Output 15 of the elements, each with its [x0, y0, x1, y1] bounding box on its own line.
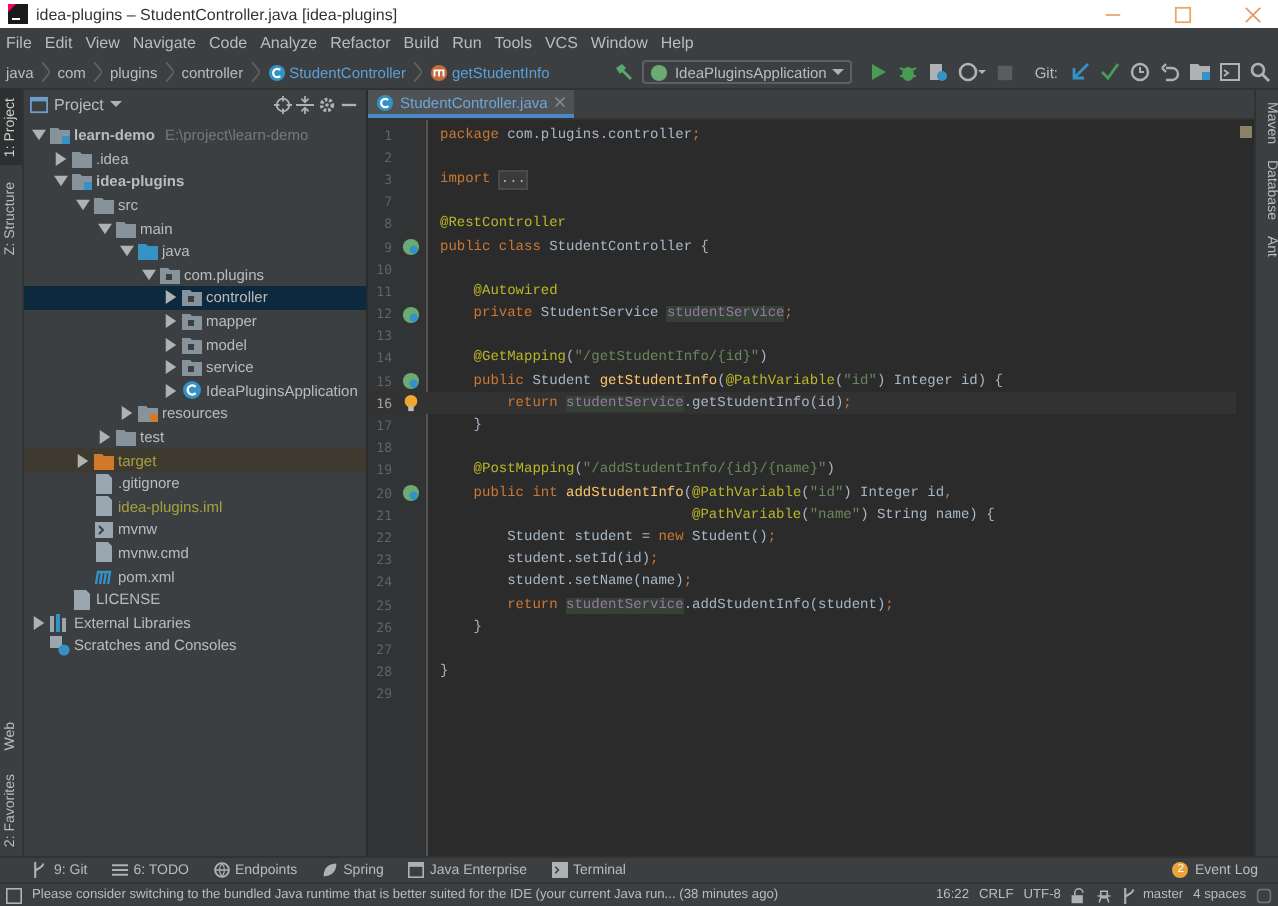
- menu-item[interactable]: Help: [660, 33, 694, 51]
- menu-item[interactable]: Refactor: [330, 33, 391, 51]
- menu-item[interactable]: Run: [452, 33, 482, 51]
- menu-item[interactable]: Tools: [494, 33, 532, 51]
- project-view-dropdown[interactable]: Project: [30, 95, 122, 113]
- menu-item[interactable]: Window: [590, 33, 648, 51]
- menu-item[interactable]: Edit: [44, 33, 73, 51]
- menu-item[interactable]: File: [6, 33, 32, 51]
- window-title: idea-plugins – StudentController.java [idea-plugins]: [36, 5, 400, 23]
- menu-item[interactable]: View: [85, 33, 120, 51]
- menu-item[interactable]: Code: [208, 33, 248, 51]
- menu-item[interactable]: VCS: [544, 33, 578, 51]
- menu-item[interactable]: Build: [403, 33, 440, 51]
- menu-item[interactable]: Analyze: [260, 33, 318, 51]
- menu-item[interactable]: Navigate: [132, 33, 196, 51]
